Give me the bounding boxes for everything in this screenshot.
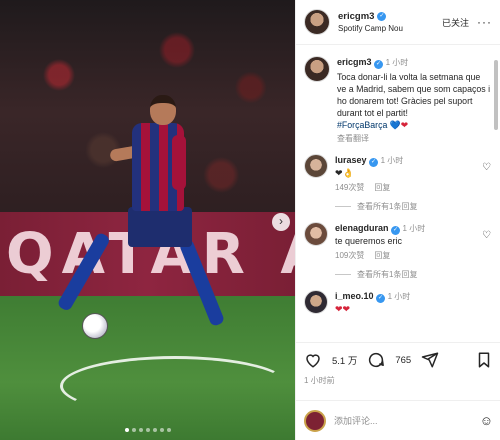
- comment-count[interactable]: 765: [395, 355, 411, 366]
- comment-text: te queremos eric: [335, 236, 403, 246]
- comment-like-heart-icon[interactable]: ♡: [482, 230, 491, 280]
- comment-text: ❤❤: [335, 304, 351, 314]
- replies-divider: [335, 274, 351, 275]
- comment-time: 1 小时: [402, 224, 426, 233]
- commenter-avatar[interactable]: [304, 222, 328, 246]
- see-translation-link[interactable]: 查看翻译: [337, 133, 491, 144]
- player-leg: [56, 231, 112, 313]
- verified-badge-icon: ✓: [369, 158, 379, 167]
- post-header: ericgm3 ✓ Spotify Camp Nou 已关注 ···: [296, 0, 500, 45]
- player-head: [150, 95, 176, 125]
- carousel-dot[interactable]: [138, 428, 143, 432]
- share-send-icon[interactable]: [421, 351, 439, 369]
- player-arm: [172, 135, 186, 190]
- current-user-avatar[interactable]: [304, 409, 326, 432]
- like-heart-icon[interactable]: [304, 351, 322, 369]
- comment-bubble-icon[interactable]: [367, 351, 385, 369]
- red-heart-emoji: ❤: [400, 120, 409, 130]
- bookmark-icon[interactable]: [475, 351, 493, 369]
- caption-username[interactable]: ericgm3: [337, 57, 372, 67]
- author-avatar[interactable]: [304, 56, 330, 82]
- verified-badge-icon: ✓: [391, 226, 401, 235]
- comments-scrollbar[interactable]: [494, 60, 498, 130]
- view-replies-link[interactable]: 查看所有1条回复: [335, 201, 475, 212]
- comment-item: elenagduran ✓ 1 小时 te queremos eric 109次…: [304, 222, 491, 280]
- view-replies-text: 查看所有1条回复: [357, 270, 418, 279]
- comment-username[interactable]: i_meo.10: [335, 291, 374, 301]
- comment-like-heart-icon[interactable]: ♡: [482, 162, 491, 212]
- post-photo[interactable]: QATAR AIRWA ›: [0, 0, 295, 440]
- player-leg: [178, 238, 226, 328]
- post-actions: 5.1 万 765 1 小时前: [296, 342, 500, 386]
- carousel-dot[interactable]: [145, 428, 150, 432]
- comment-like-count[interactable]: 109次赞: [335, 250, 364, 261]
- commenter-avatar[interactable]: [304, 290, 328, 314]
- add-comment-input[interactable]: 添加评论...: [334, 414, 472, 427]
- more-options-icon[interactable]: ···: [477, 15, 492, 29]
- comment-time: 1 小时: [380, 156, 404, 165]
- view-replies-text: 查看所有1条回复: [357, 202, 418, 211]
- post-location[interactable]: Spotify Camp Nou: [338, 24, 442, 33]
- view-replies-link[interactable]: 查看所有1条回复: [335, 269, 475, 280]
- instagram-post: QATAR AIRWA › ericgm3 ✓ Spotify Camp Nou: [0, 0, 500, 440]
- blue-heart-emoji: 💙: [389, 120, 401, 130]
- commenter-avatar[interactable]: [304, 154, 328, 178]
- reply-button[interactable]: 回复: [374, 182, 390, 193]
- pitch-marking: [60, 356, 290, 416]
- comment-item: lurasey ✓ 1 小时 ❤👌 149次赞 回复 查看所有1条回复 ♡: [304, 154, 491, 212]
- carousel-dot[interactable]: [124, 428, 129, 432]
- carousel-dot[interactable]: [166, 428, 171, 432]
- caption-text: Toca donar-li la volta la setmana que ve…: [337, 72, 491, 118]
- add-comment-bar: 添加评论... ☺: [296, 400, 500, 440]
- post-side-panel: ericgm3 ✓ Spotify Camp Nou 已关注 ··· ericg…: [295, 0, 500, 440]
- author-username[interactable]: ericgm3: [338, 11, 374, 22]
- comment-username[interactable]: elenagduran: [335, 223, 389, 233]
- author-avatar[interactable]: [304, 9, 330, 35]
- reply-button[interactable]: 回复: [374, 250, 390, 261]
- replies-divider: [335, 206, 351, 207]
- emoji-icon[interactable]: ☺: [480, 413, 493, 428]
- football: [82, 313, 108, 339]
- comments-scroll-area[interactable]: ericgm3 ✓ 1 小时 Toca donar-li la volta la…: [296, 46, 500, 342]
- verified-badge-icon: ✓: [376, 294, 386, 303]
- hashtag-link[interactable]: #ForçaBarça: [337, 120, 387, 130]
- next-photo-button[interactable]: ›: [272, 213, 290, 231]
- comment-text: ❤👌: [335, 168, 354, 178]
- comment-time: 1 小时: [387, 292, 411, 301]
- carousel-dot[interactable]: [131, 428, 136, 432]
- carousel-dot[interactable]: [152, 428, 157, 432]
- carousel-dots: [0, 428, 295, 432]
- verified-badge-icon: ✓: [377, 12, 387, 21]
- carousel-dot[interactable]: [159, 428, 164, 432]
- comment-username[interactable]: lurasey: [335, 155, 367, 165]
- following-button[interactable]: 已关注: [442, 16, 469, 29]
- post-time: 1 小时前: [304, 376, 335, 385]
- comment-like-count[interactable]: 149次赞: [335, 182, 364, 193]
- verified-badge-icon: ✓: [374, 60, 384, 69]
- like-count[interactable]: 5.1 万: [332, 353, 357, 367]
- caption-time: 1 小时: [385, 58, 409, 67]
- player-shorts: [128, 207, 192, 247]
- post-caption: ericgm3 ✓ 1 小时 Toca donar-li la volta la…: [304, 56, 491, 144]
- comment-item: i_meo.10 ✓ 1 小时 ❤❤: [304, 290, 491, 315]
